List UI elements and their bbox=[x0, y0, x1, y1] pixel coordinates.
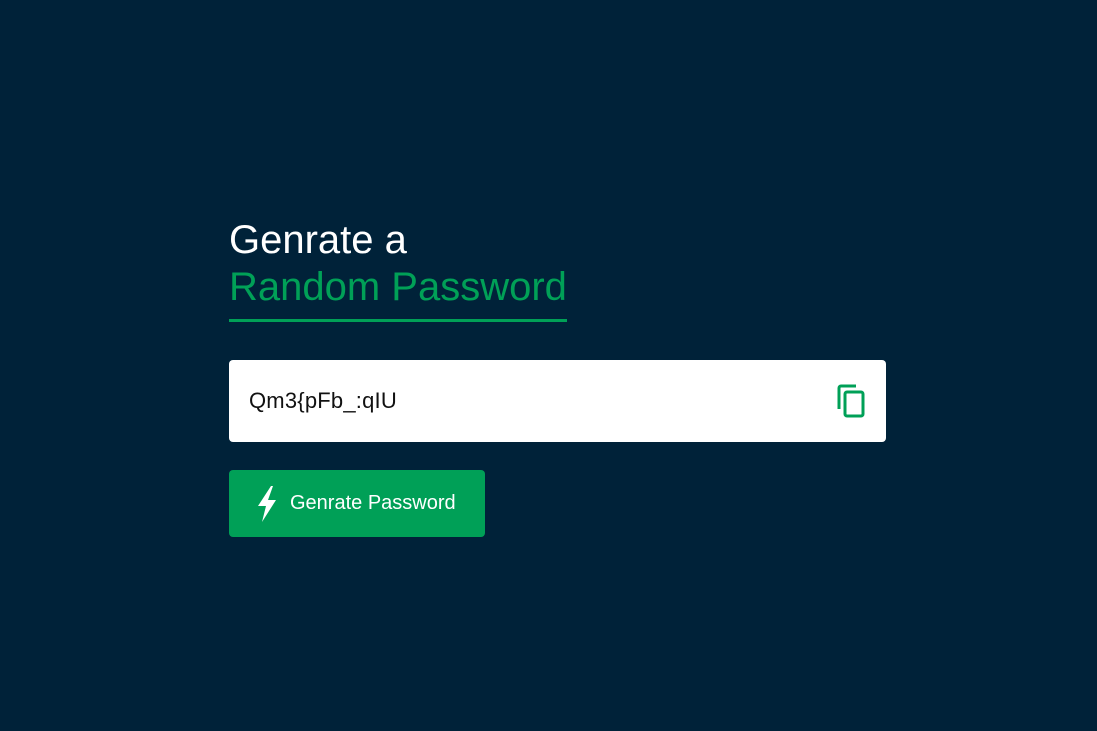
generate-button-label: Genrate Password bbox=[290, 492, 456, 514]
page-title: Genrate a Random Password bbox=[229, 217, 886, 322]
copy-icon bbox=[837, 384, 865, 418]
generate-password-button[interactable]: Genrate Password bbox=[229, 470, 485, 537]
title-line-2: Random Password bbox=[229, 264, 567, 322]
password-display: Qm3{pFb_:qIU bbox=[229, 360, 886, 442]
lightning-icon bbox=[255, 485, 279, 522]
copy-button[interactable] bbox=[834, 382, 868, 420]
title-line-1: Genrate a bbox=[229, 218, 407, 262]
password-text: Qm3{pFb_:qIU bbox=[249, 388, 397, 413]
generator-panel: Genrate a Random Password Qm3{pFb_:qIU G… bbox=[229, 217, 886, 537]
